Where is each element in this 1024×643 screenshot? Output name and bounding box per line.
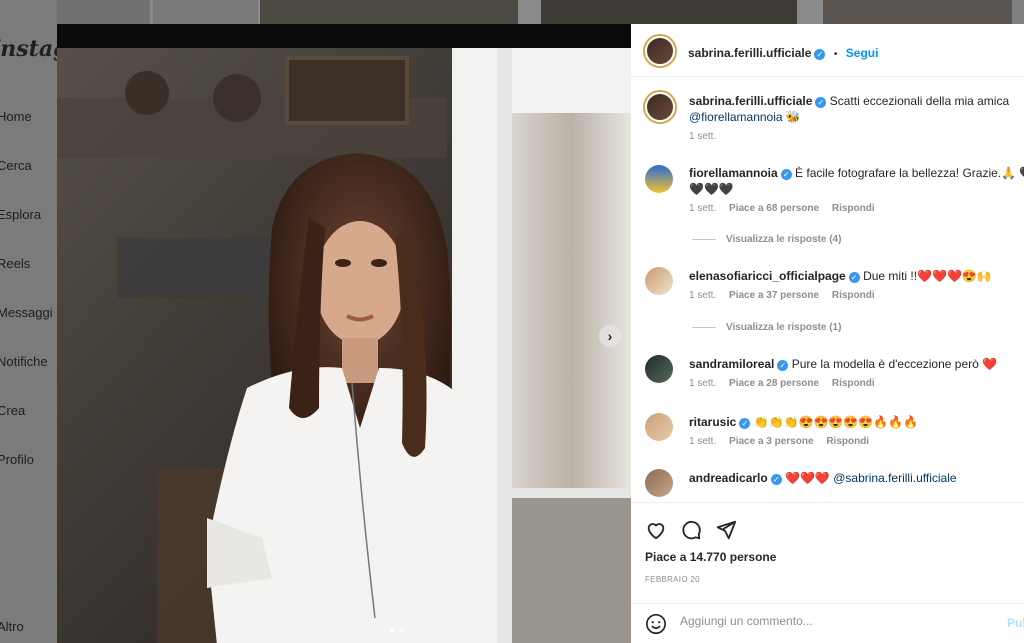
heart-icon[interactable] bbox=[645, 519, 667, 541]
likes-count[interactable]: Piace a 14.770 persone bbox=[645, 550, 776, 564]
caption-time: 1 sett. bbox=[689, 131, 717, 142]
verified-icon: ✓ bbox=[739, 418, 751, 429]
avatar[interactable] bbox=[645, 413, 673, 441]
carousel-dot bbox=[390, 628, 395, 633]
sidebar-item-notifications[interactable]: Notifiche bbox=[0, 354, 48, 369]
comment-author[interactable]: elenasofiaricci_officialpage bbox=[689, 269, 846, 283]
reply-button[interactable]: Rispondi bbox=[832, 378, 875, 389]
avatar[interactable] bbox=[645, 165, 673, 193]
sidebar-item-profile[interactable]: Profilo bbox=[0, 452, 34, 467]
post-author-name[interactable]: sabrina.ferilli.ufficiale bbox=[688, 46, 811, 60]
sidebar-item-more[interactable]: Altro bbox=[0, 619, 24, 634]
post-photo bbox=[57, 48, 631, 643]
comment-text: 🖤🖤🖤 bbox=[689, 182, 734, 196]
feed-thumbnail bbox=[153, 0, 258, 24]
comment-author[interactable]: fiorellamannoia bbox=[689, 166, 778, 180]
reply-button[interactable]: Rispondi bbox=[832, 203, 875, 214]
carousel-dot bbox=[399, 628, 404, 633]
sidebar-item-create[interactable]: Crea bbox=[0, 403, 25, 418]
comment-text: Due miti !!❤️❤️❤️😍🙌 bbox=[863, 269, 992, 283]
divider bbox=[692, 327, 716, 328]
comment: fiorellamannoia ✓ È facile fotografare la… bbox=[689, 165, 1024, 214]
post-comment-button[interactable]: Pubblica bbox=[1007, 616, 1024, 630]
sidebar-item-reels[interactable]: Reels bbox=[0, 256, 30, 271]
verified-icon: ✓ bbox=[848, 272, 860, 283]
caption-mention[interactable]: @fiorellamannoia bbox=[689, 110, 783, 124]
comment-meta: 1 sett. Piace a 37 persone Rispondi bbox=[689, 290, 1024, 301]
carousel-dots bbox=[390, 628, 404, 633]
photo-illustration bbox=[57, 48, 631, 643]
comment: sandramiloreal ✓ Pure la modella è d'ecce… bbox=[689, 356, 1024, 389]
caption-author[interactable]: sabrina.ferilli.ufficiale bbox=[689, 94, 812, 108]
comment-time: 1 sett. bbox=[689, 203, 717, 214]
feed-thumbnail bbox=[57, 0, 150, 24]
emoji-icon[interactable] bbox=[645, 613, 667, 635]
comment-meta: 1 sett. Piace a 28 persone Rispondi bbox=[689, 378, 1024, 389]
comment-likes[interactable]: Piace a 68 persone bbox=[729, 203, 819, 214]
comment: ritarusic ✓ 👏👏👏😍😍😍😍😍🔥🔥🔥 1 sett. Piace a 3… bbox=[689, 414, 1024, 447]
comment-author[interactable]: andreadicarlo bbox=[689, 471, 768, 485]
post-date: FEBBRAIO 20 bbox=[645, 575, 700, 584]
chevron-right-icon: › bbox=[607, 328, 613, 344]
separator: • bbox=[833, 49, 838, 60]
avatar[interactable] bbox=[645, 36, 675, 66]
sidebar-item-search[interactable]: Cerca bbox=[0, 158, 32, 173]
caption-text: Scatti eccezionali della mia amica bbox=[829, 94, 1010, 108]
comment-meta: 1 sett. Piace a 3 persone Rispondi bbox=[689, 436, 1024, 447]
comment: andreadicarlo ✓ ❤️❤️❤️ @sabrina.ferilli.u… bbox=[689, 470, 1024, 486]
verified-icon: ✓ bbox=[780, 169, 792, 180]
comment-author[interactable]: sandramiloreal bbox=[689, 357, 774, 371]
post-header-row: sabrina.ferilli.ufficiale ✓ • Segui bbox=[688, 44, 878, 62]
view-replies-label: Visualizza le risposte (1) bbox=[726, 322, 842, 333]
avatar[interactable] bbox=[645, 469, 673, 497]
comment-author[interactable]: ritarusic bbox=[689, 415, 736, 429]
verified-icon: ✓ bbox=[815, 97, 827, 108]
post-media bbox=[57, 24, 631, 643]
feed-thumbnail bbox=[823, 0, 1012, 24]
comment-text: È facile fotografare la bellezza! Grazie… bbox=[795, 166, 1024, 180]
comment-icon[interactable] bbox=[680, 519, 702, 541]
post-panel: sabrina.ferilli.ufficiale ✓ • Segui sabri… bbox=[631, 24, 1024, 643]
avatar[interactable] bbox=[645, 267, 673, 295]
comment-time: 1 sett. bbox=[689, 436, 717, 447]
post-header: sabrina.ferilli.ufficiale ✓ • Segui bbox=[631, 24, 1024, 77]
avatar[interactable] bbox=[645, 92, 675, 122]
instagram-logo: Instagram bbox=[0, 36, 57, 62]
carousel-next-button[interactable]: › bbox=[599, 325, 621, 347]
divider bbox=[692, 239, 716, 240]
verified-icon: ✓ bbox=[814, 49, 826, 60]
verified-icon: ✓ bbox=[770, 474, 782, 485]
comment-meta: 1 sett. Piace a 68 persone Rispondi bbox=[689, 203, 1024, 214]
sidebar: Instagram Home Cerca Esplora Reels Messa… bbox=[0, 0, 57, 643]
feed-thumbnail bbox=[541, 0, 797, 24]
feed-thumbnail bbox=[260, 0, 518, 24]
comment-text: Pure la modella è d'eccezione però ❤️ bbox=[791, 357, 998, 371]
share-icon[interactable] bbox=[715, 519, 737, 541]
caption-emoji: 🐝 bbox=[785, 110, 801, 124]
sidebar-item-home[interactable]: Home bbox=[0, 109, 32, 124]
comment-clip: andreadicarlo ✓ ❤️❤️❤️ @sabrina.ferilli.u… bbox=[631, 464, 1024, 502]
comment-text: 👏👏👏😍😍😍😍😍🔥🔥🔥 bbox=[753, 415, 919, 429]
comment-mention[interactable]: @sabrina.ferilli.ufficiale bbox=[833, 471, 956, 485]
comment-time: 1 sett. bbox=[689, 378, 717, 389]
comment-text: ❤️❤️❤️ bbox=[785, 471, 830, 485]
comment-likes[interactable]: Piace a 37 persone bbox=[729, 290, 819, 301]
verified-icon: ✓ bbox=[777, 360, 789, 371]
view-replies[interactable]: Visualizza le risposte (4) bbox=[692, 234, 841, 245]
reply-button[interactable]: Rispondi bbox=[826, 436, 869, 447]
comment-bar: Pubblica bbox=[631, 603, 1024, 643]
comment-likes[interactable]: Piace a 3 persone bbox=[729, 436, 814, 447]
sidebar-item-explore[interactable]: Esplora bbox=[0, 207, 41, 222]
comment-time: 1 sett. bbox=[689, 290, 717, 301]
avatar[interactable] bbox=[645, 355, 673, 383]
view-replies[interactable]: Visualizza le risposte (1) bbox=[692, 322, 841, 333]
follow-button[interactable]: Segui bbox=[846, 46, 879, 60]
caption: sabrina.ferilli.ufficiale ✓ Scatti eccezi… bbox=[689, 93, 1019, 142]
comment-input[interactable] bbox=[680, 614, 990, 628]
reply-button[interactable]: Rispondi bbox=[832, 290, 875, 301]
comment-likes[interactable]: Piace a 28 persone bbox=[729, 378, 819, 389]
view-replies-label: Visualizza le risposte (4) bbox=[726, 234, 842, 245]
sidebar-item-messages[interactable]: Messaggi bbox=[0, 305, 53, 320]
comment: elenasofiaricci_officialpage ✓ Due miti !… bbox=[689, 268, 1024, 301]
